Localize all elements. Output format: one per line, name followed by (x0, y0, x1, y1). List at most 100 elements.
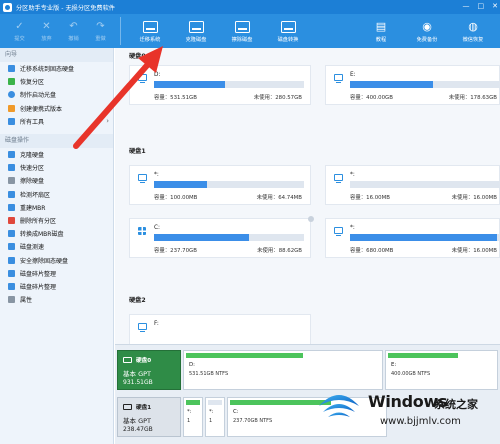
partition-name: *: (350, 172, 355, 178)
usage-bar-fill (350, 81, 433, 88)
sidebar-item-bad-sector[interactable]: 检测坏扇区 (0, 188, 113, 201)
partition-view: 硬盘0 D: 容量：531.51GB 未使用：280.57GB E: 容量：40… (115, 48, 500, 344)
sidebar-item-properties[interactable]: 属性 (0, 293, 113, 306)
sidebar-wizard-header: 向导 (0, 48, 113, 62)
undo-button[interactable]: ↶ 撤销 (60, 14, 87, 48)
wipe-disk-button[interactable]: 擦除磁盘 (219, 14, 265, 48)
sidebar-item-migrate-ssd[interactable]: 迁移系统到固态硬盘 (0, 62, 113, 75)
partition-name: *: (350, 225, 355, 231)
partition-name: *: (154, 172, 159, 178)
capacity-label: 容量：400.00GB (350, 95, 393, 101)
partition-card[interactable]: *: 容量：100.00MB 未使用：64.74MB (129, 165, 311, 205)
clone-disk-icon (188, 19, 204, 34)
drive-icon (138, 174, 147, 183)
free-label: 未使用：280.57GB (253, 95, 302, 101)
disk-icon (123, 404, 132, 410)
sidebar-item-convert-mbr[interactable]: 转换成MBR磁盘 (0, 227, 113, 240)
partition-card[interactable]: *: 容量：680.00MB 未使用：16.00MB (325, 218, 500, 258)
sidebar-disk-header: 磁盘操作 (0, 133, 113, 148)
sidebar-item-portable[interactable]: 创建便携式版本 (0, 102, 113, 115)
usage-bar-fill (154, 81, 225, 88)
sidebar-item-boot-disc[interactable]: 制作启动光盘 (0, 88, 113, 101)
watermark: Windows 系统之家 www.bjjmlv.com (310, 380, 500, 444)
migrate-os-icon (142, 19, 158, 34)
sidebar-item-delete-all[interactable]: 删除所有分区 (0, 214, 113, 227)
clone-icon (8, 151, 15, 159)
disk-map-disk[interactable]: 硬盘1 基本 GPT 238.47GB (117, 397, 181, 437)
watermark-url: www.bjjmlv.com (380, 416, 461, 427)
toolbar: ✓ 提交 ✕ 放弃 ↶ 撤销 ↷ 重做 迁移系统 克隆磁盘 擦除磁盘 磁盘转换 … (0, 14, 500, 48)
submit-button[interactable]: ✓ 提交 (6, 14, 33, 48)
partition-card[interactable]: F: (129, 314, 311, 344)
usage-bar-fill (154, 234, 249, 241)
check-icon: ✓ (15, 20, 24, 32)
defrag-icon (8, 269, 15, 277)
disk-convert-button[interactable]: 磁盘转换 (265, 14, 311, 48)
disk-map-partition[interactable]: *: 1 (205, 397, 225, 437)
free-backup-button[interactable]: ◉ 免费备份 (404, 14, 450, 48)
free-label: 未使用：88.62GB (257, 248, 302, 254)
wechat-restore-button[interactable]: ◍ 微信恢复 (450, 14, 496, 48)
redo-button[interactable]: ↷ 重做 (87, 14, 114, 48)
usage-bar (186, 353, 303, 358)
sidebar-item-secure-erase[interactable]: 安全擦除固态硬盘 (0, 253, 113, 266)
properties-icon (8, 296, 15, 304)
wechat-restore-icon: ◍ (468, 20, 478, 33)
tutorial-button[interactable]: ▤ 教程 (358, 14, 404, 48)
partition-card-system[interactable]: C: 容量：237.70GB 未使用：88.62GB (129, 216, 314, 258)
partition-card[interactable]: E: 容量：400.00GB 未使用：178.63GB (325, 65, 500, 105)
sidebar-item-defrag[interactable]: 磁盘碎片整理 (0, 267, 113, 280)
toolbar-tools-group: 迁移系统 克隆磁盘 擦除磁盘 磁盘转换 (127, 14, 311, 48)
sidebar: 向导 迁移系统到固态硬盘 恢复分区 制作启动光盘 创建便携式版本 所有工具 › … (0, 48, 114, 444)
partition-name: C: (154, 225, 161, 231)
quick-partition-icon (8, 164, 15, 172)
minimize-button[interactable]: — (463, 2, 470, 10)
free-backup-icon: ◉ (422, 20, 432, 33)
disk-map-disk[interactable]: 硬盘0 基本 GPT 931.51GB (117, 350, 181, 390)
window-controls: — □ ✕ (463, 2, 499, 10)
drive-icon (334, 74, 343, 83)
tutorial-icon: ▤ (375, 20, 387, 33)
free-label: 未使用：178.63GB (448, 95, 497, 101)
sidebar-item-wipe-disk[interactable]: 擦除硬盘 (0, 174, 113, 187)
windows-logo-icon (319, 395, 359, 417)
drive-icon (138, 323, 147, 332)
capacity-label: 容量：16.00MB (350, 195, 390, 201)
defrag-icon (8, 282, 15, 290)
capacity-label: 容量：237.70GB (154, 248, 197, 254)
chevron-right-icon: › (106, 117, 109, 126)
undo-icon: ↶ (69, 20, 78, 32)
usage-bar (186, 400, 200, 405)
info-dot-icon (308, 216, 314, 222)
maximize-button[interactable]: □ (478, 2, 485, 10)
usage-bar (350, 181, 500, 188)
discard-button[interactable]: ✕ 放弃 (33, 14, 60, 48)
capacity-label: 容量：531.51GB (154, 95, 197, 101)
migrate-os-button[interactable]: 迁移系统 (127, 14, 173, 48)
title-bar: 分区助手专业版 - 无损分区免费软件 — □ ✕ (0, 0, 500, 14)
secure-erase-icon (8, 256, 15, 264)
sidebar-item-all-tools[interactable]: 所有工具 › (0, 115, 113, 128)
sidebar-item-quick-partition[interactable]: 快速分区 (0, 161, 113, 174)
drive-icon (334, 174, 343, 183)
partition-card[interactable]: *: 容量：16.00MB 未使用：16.00MB (325, 165, 500, 205)
sidebar-item-defrag-2[interactable]: 磁盘碎片整理 (0, 280, 113, 293)
wipe-icon (8, 177, 15, 185)
sidebar-item-rebuild-mbr[interactable]: 重建MBR (0, 201, 113, 214)
disk-convert-icon (280, 19, 296, 34)
toolbar-edit-group: ✓ 提交 ✕ 放弃 ↶ 撤销 ↷ 重做 (0, 14, 114, 48)
redo-icon: ↷ (96, 20, 105, 32)
sidebar-item-disk-speed[interactable]: 磁盘测速 (0, 240, 113, 253)
usage-bar (350, 81, 500, 88)
drive-icon (334, 227, 343, 236)
sidebar-item-clone-disk[interactable]: 克隆硬盘 (0, 148, 113, 161)
partition-name: D: (154, 72, 161, 78)
clone-disk-button[interactable]: 克隆磁盘 (173, 14, 219, 48)
usage-bar-fill (350, 234, 497, 241)
close-button[interactable]: ✕ (492, 2, 498, 10)
partition-card[interactable]: D: 容量：531.51GB 未使用：280.57GB (129, 65, 311, 105)
window-title: 分区助手专业版 - 无损分区免费软件 (16, 4, 115, 12)
disc-icon (8, 91, 15, 99)
sidebar-item-recover-partition[interactable]: 恢复分区 (0, 75, 113, 88)
disk-map-partition[interactable]: *: 1 (183, 397, 203, 437)
